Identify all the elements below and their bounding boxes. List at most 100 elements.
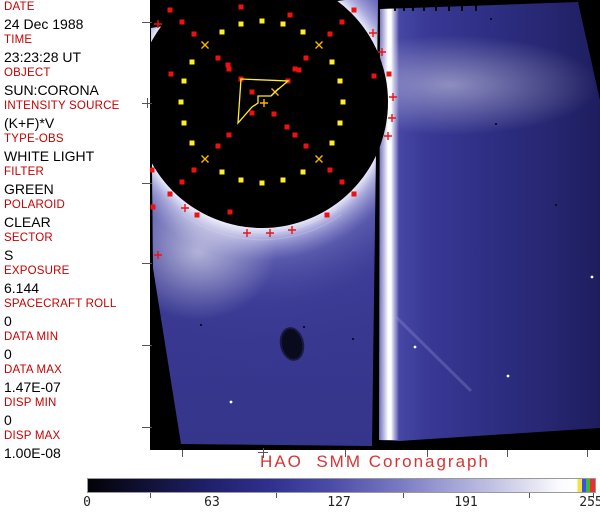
metadata-field: DATA MIN 0 bbox=[4, 331, 150, 364]
fiducial-dot bbox=[191, 31, 197, 37]
fiducial-dot bbox=[189, 59, 195, 65]
coronagraph-viewer: DATE 24 Dec 1988 TIME 23:23:28 UT OBJECT SUN:… bbox=[0, 0, 600, 512]
fiducial-dot bbox=[324, 212, 330, 218]
fiducial-dot bbox=[296, 67, 302, 73]
field-label: FILTER bbox=[4, 166, 44, 178]
fiducial-dot bbox=[329, 59, 335, 65]
metadata-field: DATA MAX 1.47E-07 bbox=[4, 364, 150, 397]
tick-mark bbox=[142, 183, 152, 184]
fiducial-dot bbox=[327, 31, 333, 37]
metadata-field: DISP MAX 1.00E-08 bbox=[4, 430, 150, 463]
fiducial-dot bbox=[351, 7, 357, 13]
fiducial-dot bbox=[181, 120, 187, 126]
tick-mark bbox=[147, 98, 148, 108]
field-value: 6.144 bbox=[4, 280, 40, 296]
field-label: DISP MAX bbox=[4, 430, 61, 442]
tick-mark bbox=[142, 427, 152, 428]
tick-mark bbox=[142, 22, 152, 23]
tick-mark bbox=[403, 493, 404, 498]
fiducial-dot bbox=[287, 12, 293, 18]
fiducial-dot bbox=[238, 21, 244, 27]
field-label: DATE bbox=[4, 1, 35, 13]
fiducial-dot bbox=[292, 132, 298, 138]
fiducial-dot bbox=[249, 110, 255, 116]
fiducial-dot bbox=[238, 177, 244, 183]
tick-mark bbox=[276, 493, 277, 498]
fiducial-dot bbox=[167, 191, 173, 197]
field-value: 23:23:28 UT bbox=[4, 49, 82, 65]
fiducial-dot bbox=[194, 212, 200, 218]
fiducial-dot bbox=[340, 99, 346, 105]
field-value: 24 Dec 1988 bbox=[4, 16, 84, 32]
fiducial-dot bbox=[337, 120, 343, 126]
metadata-field: DATE 24 Dec 1988 bbox=[4, 1, 150, 34]
field-value: 0 bbox=[4, 346, 12, 362]
field-value: CLEAR bbox=[4, 214, 51, 230]
field-label: INTENSITY SOURCE bbox=[4, 100, 120, 112]
fiducial-dot bbox=[284, 124, 290, 130]
field-label: SPACECRAFT ROLL bbox=[4, 298, 117, 310]
fiducial-dot bbox=[189, 140, 195, 146]
image-title: HAO SMM Coronagraph bbox=[260, 452, 490, 471]
field-label: DATA MAX bbox=[4, 364, 63, 376]
field-value: 1.47E-07 bbox=[4, 379, 61, 395]
colorbar-tick-label: 255 bbox=[579, 495, 600, 510]
fiducial-dot bbox=[179, 19, 185, 25]
metadata-field: TYPE-OBS WHITE LIGHT bbox=[4, 133, 150, 166]
metadata-field: SPACECRAFT ROLL 0 bbox=[4, 298, 150, 331]
fiducial-dot bbox=[191, 167, 197, 173]
field-value: (K+F)*V bbox=[4, 115, 55, 131]
colorbar-tick-label: 0 bbox=[83, 495, 91, 510]
coronagraph-svg bbox=[150, 0, 600, 450]
field-label: TYPE-OBS bbox=[4, 133, 64, 145]
field-value: SUN:CORONA bbox=[4, 82, 99, 98]
fiducial-dot bbox=[339, 179, 345, 185]
fiducial-dot bbox=[300, 169, 306, 175]
fiducial-dot bbox=[181, 78, 187, 84]
fiducial-dot bbox=[227, 209, 233, 215]
metadata-field: OBJECT SUN:CORONA bbox=[4, 67, 150, 100]
fiducial-dot bbox=[327, 167, 333, 173]
fiducial-dot bbox=[386, 71, 392, 77]
metadata-field: DISP MIN 0 bbox=[4, 397, 150, 430]
tick-mark bbox=[150, 493, 151, 498]
fiducial-dot bbox=[259, 18, 265, 24]
fiducial-dot bbox=[259, 180, 265, 186]
fiducial-dot bbox=[337, 78, 343, 84]
metadata-field: TIME 23:23:28 UT bbox=[4, 34, 150, 67]
field-value: GREEN bbox=[4, 181, 54, 197]
colorbar-tick-label: 127 bbox=[327, 495, 351, 510]
fiducial-dot bbox=[249, 89, 255, 95]
fiducial-dot bbox=[300, 29, 306, 35]
field-label: POLAROID bbox=[4, 199, 66, 211]
fiducial-dot bbox=[179, 179, 185, 185]
fiducial-dot bbox=[215, 55, 221, 61]
fiducial-dot bbox=[150, 167, 155, 173]
field-label: DISP MIN bbox=[4, 397, 57, 409]
fiducial-dot bbox=[167, 7, 173, 13]
fiducial-dot bbox=[280, 177, 286, 183]
fiducial-dot bbox=[178, 99, 184, 105]
field-value: 0 bbox=[4, 412, 12, 428]
tick-mark bbox=[142, 263, 152, 264]
metadata-field: FILTER GREEN bbox=[4, 166, 150, 199]
fiducial-dot bbox=[339, 19, 345, 25]
field-value: S bbox=[4, 247, 14, 263]
fiducial-dot bbox=[238, 4, 244, 10]
fiducial-dot bbox=[226, 132, 232, 138]
metadata-field: EXPOSURE 6.144 bbox=[4, 265, 150, 298]
fiducial-dot bbox=[329, 140, 335, 146]
tick-mark bbox=[142, 345, 152, 346]
metadata-field: POLAROID CLEAR bbox=[4, 199, 150, 232]
fiducial-dot bbox=[219, 29, 225, 35]
fiducial-dot bbox=[303, 143, 309, 149]
fiducial-dot bbox=[271, 111, 277, 117]
field-label: EXPOSURE bbox=[4, 265, 70, 277]
intensity-colorbar bbox=[87, 478, 596, 493]
field-value: 0 bbox=[4, 313, 12, 329]
colorbar-tick-label: 63 bbox=[204, 495, 220, 510]
fiducial-dot bbox=[303, 55, 309, 61]
field-label: TIME bbox=[4, 34, 33, 46]
field-value: 1.00E-08 bbox=[4, 445, 61, 461]
coronagraph-image bbox=[150, 0, 600, 450]
